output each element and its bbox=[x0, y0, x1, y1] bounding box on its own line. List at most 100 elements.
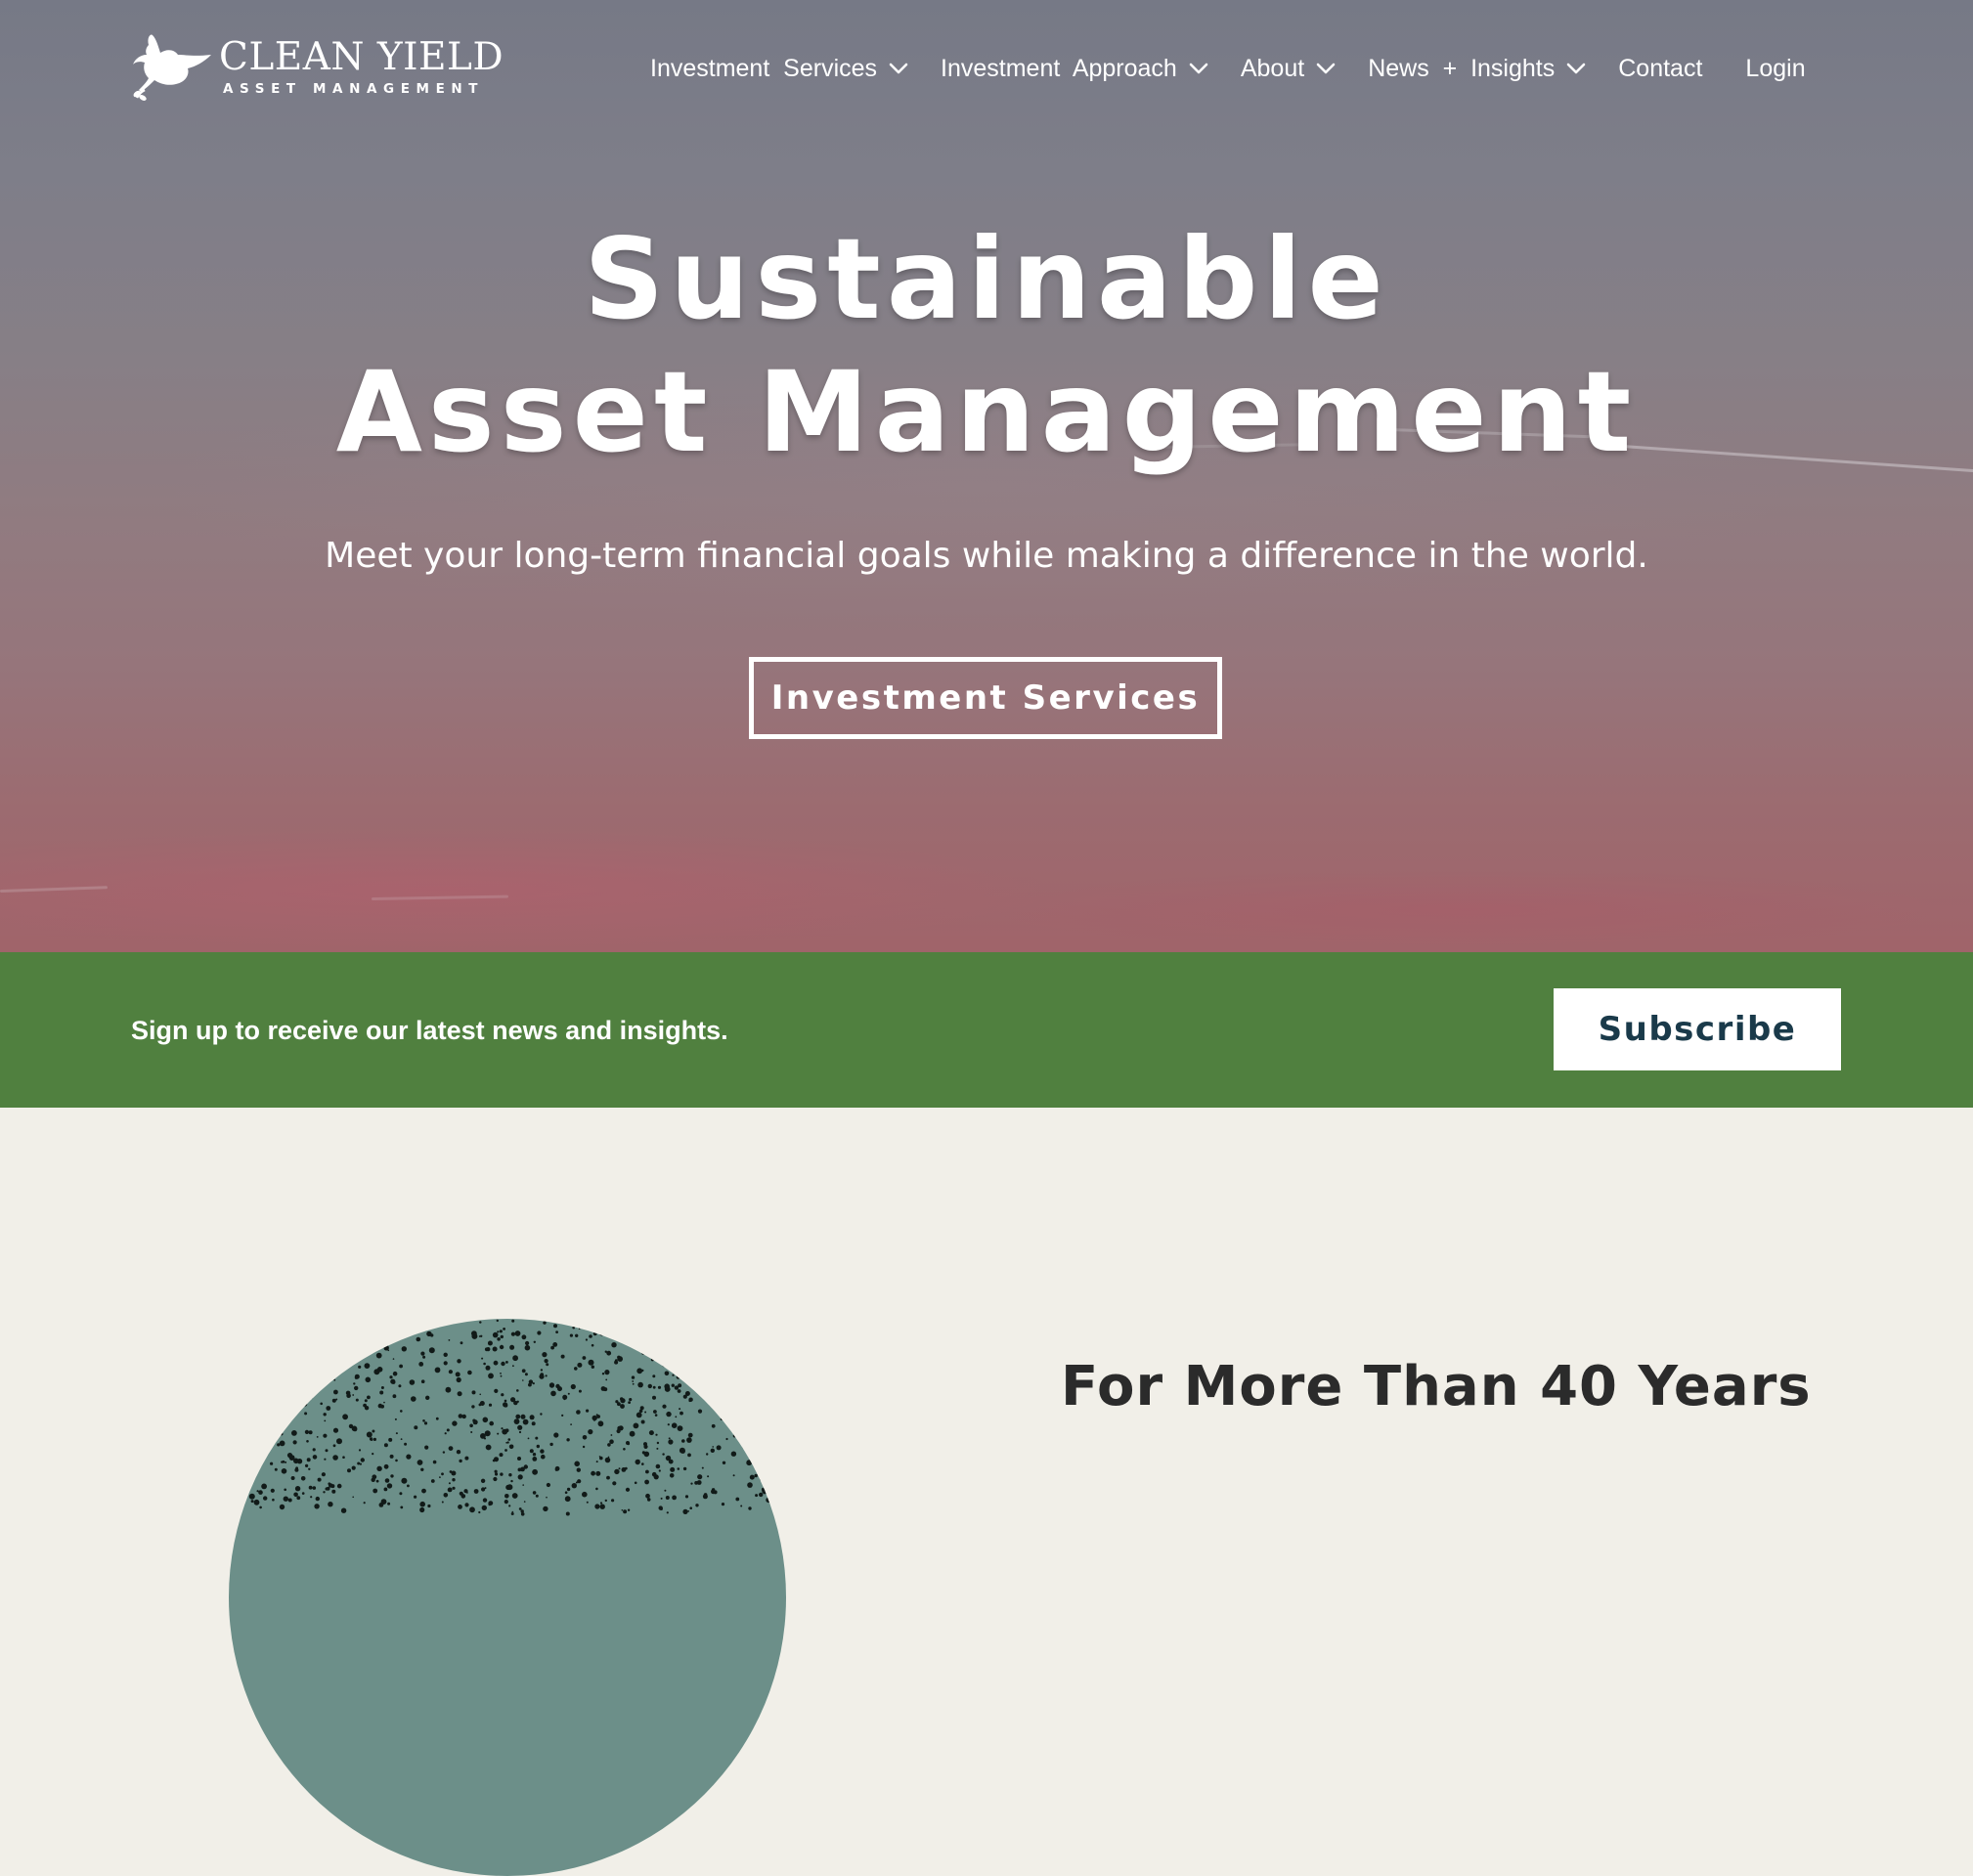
speckle-dot bbox=[333, 1378, 336, 1381]
speckle-dot bbox=[304, 1429, 309, 1434]
speckle-dot bbox=[623, 1509, 628, 1514]
investment-services-button[interactable]: Investment Services bbox=[749, 657, 1222, 739]
speckle-dot bbox=[430, 1333, 434, 1337]
speckle-dot bbox=[246, 1323, 253, 1330]
nav-item-label: About bbox=[1240, 54, 1305, 82]
speckle-dot bbox=[470, 1431, 473, 1433]
speckle-dot bbox=[652, 1385, 656, 1389]
speckle-dot bbox=[750, 1367, 756, 1373]
speckle-dot bbox=[279, 1504, 285, 1510]
speckle-dot bbox=[316, 1346, 320, 1350]
nav-item-investment-services[interactable]: Investment Services bbox=[650, 55, 908, 83]
speckle-dot bbox=[445, 1386, 452, 1393]
speckle-dot bbox=[284, 1488, 286, 1492]
speckle-dot bbox=[373, 1369, 380, 1375]
speckle-dot bbox=[497, 1337, 501, 1341]
speckle-dot bbox=[320, 1322, 326, 1328]
speckle-dot bbox=[360, 1458, 365, 1462]
speckle-dot bbox=[418, 1326, 424, 1331]
speckle-dot bbox=[256, 1410, 262, 1416]
speckle-dot bbox=[324, 1458, 327, 1461]
speckle-dot bbox=[401, 1477, 408, 1484]
speckle-dot bbox=[697, 1409, 703, 1414]
speckle-dot bbox=[500, 1374, 503, 1377]
speckle-dot bbox=[784, 1320, 786, 1323]
speckle-dot bbox=[373, 1488, 378, 1494]
speckle-dot bbox=[721, 1503, 725, 1506]
speckle-dot bbox=[604, 1457, 611, 1463]
speckle-dot bbox=[388, 1437, 393, 1442]
speckle-dot bbox=[564, 1496, 571, 1503]
speckle-dot bbox=[695, 1504, 699, 1507]
speckle-dot bbox=[351, 1465, 356, 1470]
speckle-dot bbox=[518, 1430, 522, 1434]
speckle-dot bbox=[399, 1364, 403, 1369]
speckle-texture bbox=[229, 1319, 786, 1516]
speckle-dot bbox=[387, 1349, 390, 1352]
speckle-dot bbox=[521, 1369, 526, 1374]
speckle-dot bbox=[458, 1414, 463, 1418]
speckle-dot bbox=[740, 1505, 743, 1507]
speckle-dot bbox=[439, 1476, 441, 1478]
speckle-dot bbox=[728, 1337, 732, 1341]
speckle-dot bbox=[231, 1441, 235, 1444]
speckle-dot bbox=[492, 1346, 498, 1352]
subscribe-button[interactable]: Subscribe bbox=[1554, 988, 1841, 1070]
speckle-dot bbox=[755, 1494, 759, 1498]
nav-item-about[interactable]: About bbox=[1241, 55, 1336, 83]
speckle-dot bbox=[522, 1484, 524, 1486]
speckle-dot bbox=[614, 1322, 618, 1327]
speckle-dot bbox=[636, 1341, 641, 1347]
speckle-dot bbox=[612, 1481, 617, 1486]
logo-subtitle: ASSET MANAGEMENT bbox=[223, 81, 485, 97]
speckle-dot bbox=[582, 1445, 586, 1449]
speckle-dot bbox=[229, 1412, 231, 1417]
speckle-dot bbox=[508, 1444, 514, 1450]
speckle-dot bbox=[713, 1490, 718, 1495]
speckle-dot bbox=[377, 1403, 383, 1409]
speckle-dot bbox=[290, 1381, 293, 1384]
speckle-dot bbox=[599, 1456, 603, 1461]
speckle-dot bbox=[555, 1331, 558, 1333]
speckle-dot bbox=[601, 1373, 605, 1375]
nav-item-login[interactable]: Login bbox=[1745, 55, 1805, 83]
speckle-dot bbox=[295, 1466, 298, 1470]
speckle-dot bbox=[531, 1421, 536, 1426]
speckle-dot bbox=[375, 1352, 382, 1359]
speckle-dot bbox=[456, 1450, 461, 1455]
speckle-dot bbox=[686, 1327, 690, 1331]
speckle-dot bbox=[373, 1335, 377, 1339]
speckle-dot bbox=[774, 1416, 780, 1421]
speckle-dot bbox=[540, 1369, 544, 1372]
speckle-dot bbox=[700, 1369, 704, 1373]
speckle-dot bbox=[310, 1319, 315, 1322]
speckle-dot bbox=[420, 1467, 424, 1471]
speckle-dot bbox=[423, 1421, 428, 1425]
speckle-dot bbox=[274, 1389, 280, 1394]
speckle-dot bbox=[424, 1445, 429, 1450]
speckle-dot bbox=[578, 1328, 581, 1330]
speckle-dot bbox=[725, 1437, 728, 1441]
speckle-dot bbox=[310, 1387, 314, 1391]
speckle-dot bbox=[509, 1344, 515, 1350]
nav-item-investment-approach[interactable]: Investment Approach bbox=[941, 55, 1208, 83]
speckle-dot bbox=[357, 1462, 361, 1465]
nav-item-news-insights[interactable]: News + Insights bbox=[1368, 55, 1586, 83]
speckle-dot bbox=[659, 1507, 663, 1510]
speckle-dot bbox=[710, 1448, 715, 1453]
speckle-dot bbox=[674, 1351, 680, 1357]
speckle-dot bbox=[595, 1461, 598, 1463]
speckle-dot bbox=[249, 1340, 254, 1346]
site-logo[interactable]: CLEAN YIELD ASSET MANAGEMENT bbox=[131, 33, 504, 102]
speckle-dot bbox=[236, 1471, 241, 1477]
speckle-dot bbox=[767, 1384, 770, 1388]
nav-item-contact[interactable]: Contact bbox=[1618, 55, 1702, 83]
speckle-dot bbox=[662, 1404, 667, 1409]
speckle-dot bbox=[252, 1406, 258, 1412]
speckle-dot bbox=[738, 1343, 742, 1347]
speckle-dot bbox=[617, 1402, 621, 1407]
speckle-dot bbox=[609, 1439, 614, 1444]
speckle-dot bbox=[395, 1459, 398, 1462]
speckle-dot bbox=[371, 1438, 373, 1441]
speckle-dot bbox=[420, 1351, 425, 1356]
